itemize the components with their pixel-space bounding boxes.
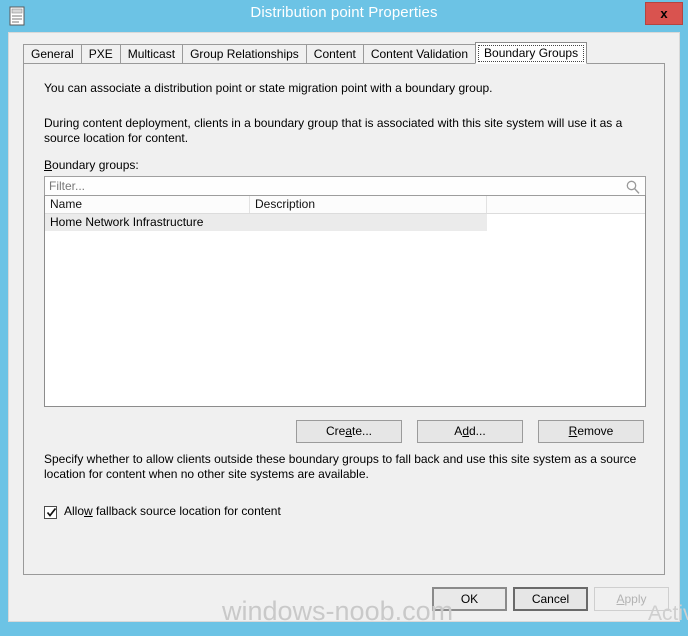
tab-group-relationships[interactable]: Group Relationships — [182, 44, 307, 64]
filter-box[interactable] — [44, 176, 646, 196]
tab-content-validation[interactable]: Content Validation — [362, 44, 477, 64]
properties-dialog-window: Distribution point Properties x General … — [0, 0, 688, 636]
boundary-groups-label: Boundary groups: — [44, 158, 139, 172]
intro-text: You can associate a distribution point o… — [44, 81, 493, 95]
window-title: Distribution point Properties — [250, 4, 438, 21]
search-icon[interactable] — [625, 179, 641, 195]
cb-label-pre: Allo — [64, 504, 85, 518]
allow-fallback-checkbox[interactable] — [44, 506, 57, 519]
cb-label-post: fallback source location for content — [92, 504, 281, 518]
tab-label: Multicast — [127, 47, 176, 61]
add-button[interactable]: Add... — [417, 420, 523, 443]
search-input[interactable] — [49, 179, 609, 193]
tab-label: Content Validation — [370, 47, 469, 61]
tab-label: Group Relationships — [190, 47, 299, 61]
allow-fallback-checkbox-label: Allow fallback source location for conte… — [64, 504, 281, 518]
tab-focus-outline — [478, 45, 585, 62]
boundary-groups-tab-page: You can associate a distribution point o… — [23, 63, 665, 575]
tab-label: Content — [313, 47, 356, 61]
tab-general[interactable]: General — [23, 44, 82, 64]
tab-content[interactable]: Content — [305, 44, 364, 64]
tab-label: General — [31, 47, 74, 61]
tab-boundary-groups[interactable]: Boundary Groups — [475, 42, 588, 64]
tab-strip: General PXE Multicast Group Relationship… — [23, 42, 588, 64]
create-button[interactable]: Create... — [296, 420, 402, 443]
table-row[interactable]: Home Network Infrastructure — [45, 214, 487, 231]
tab-multicast[interactable]: Multicast — [119, 44, 184, 64]
boundary-groups-list[interactable]: Name Description Home Network Infrastruc… — [44, 195, 646, 407]
list-header-row: Name Description — [45, 196, 645, 214]
cancel-button[interactable]: Cancel — [513, 587, 588, 611]
boundary-groups-label-rest: oundary groups: — [52, 158, 139, 172]
column-header-extra[interactable] — [487, 196, 645, 213]
column-header-name[interactable]: Name — [45, 196, 250, 213]
fallback-description-text: Specify whether to allow clients outside… — [44, 452, 637, 481]
row-name-cell: Home Network Infrastructure — [50, 215, 204, 229]
tab-pxe[interactable]: PXE — [80, 44, 121, 64]
column-header-description[interactable]: Description — [250, 196, 487, 213]
dialog-client-area: General PXE Multicast Group Relationship… — [8, 32, 680, 622]
close-button[interactable]: x — [645, 2, 683, 25]
remove-button[interactable]: Remove — [538, 420, 644, 443]
apply-button[interactable]: Apply — [594, 587, 669, 611]
tab-label: PXE — [88, 47, 113, 61]
description-text: During content deployment, clients in a … — [44, 116, 623, 145]
title-bar: Distribution point Properties x — [0, 0, 688, 32]
ok-button[interactable]: OK — [432, 587, 507, 611]
cb-label-accel: w — [84, 504, 93, 518]
